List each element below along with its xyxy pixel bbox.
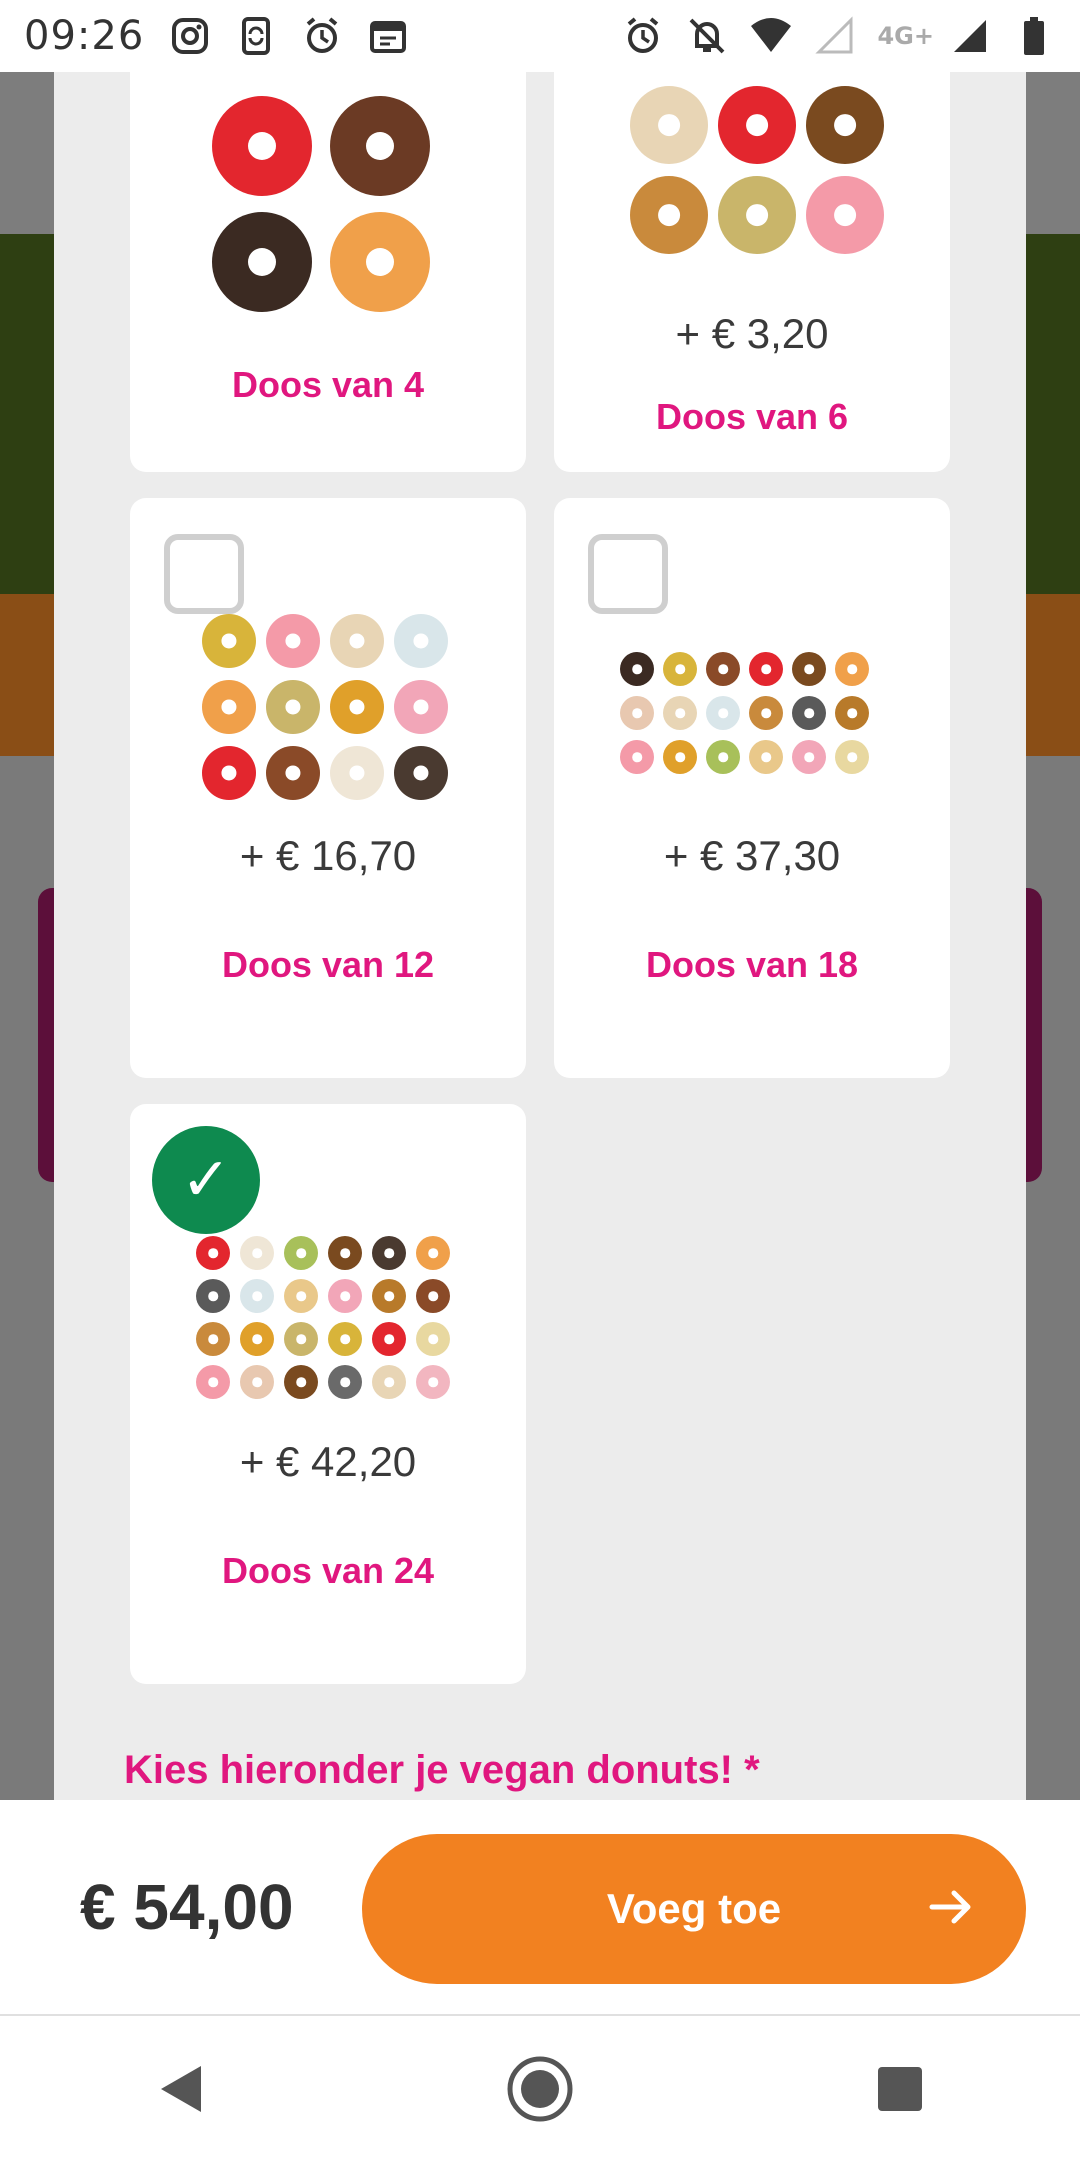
check-icon[interactable]: ✓: [152, 1126, 260, 1234]
battery-icon: [1012, 14, 1056, 58]
status-left-icons: [168, 14, 410, 58]
network-type: 4G+: [877, 22, 934, 50]
option-title: Doos van 6: [655, 396, 849, 437]
status-bar: 09:26 4G+: [0, 0, 1080, 72]
option-price: + € 16,70: [239, 832, 417, 879]
option-title: Doos van 4: [231, 364, 425, 405]
total-price: € 54,00: [80, 1871, 294, 1943]
calendar-icon: [366, 14, 410, 58]
box-6-image: [630, 86, 886, 254]
option-card-box-4[interactable]: Doos van 4: [130, 72, 526, 472]
vegan-section-heading: Kies hieronder je vegan donuts! *: [124, 1748, 760, 1792]
wifi-icon: [749, 14, 793, 58]
option-title: Doos van 12: [221, 944, 435, 985]
recents-icon[interactable]: [840, 2029, 960, 2149]
status-time: 09:26: [24, 13, 145, 59]
system-navigation-bar: [0, 2018, 1080, 2160]
box-size-modal[interactable]: Doos van 4 + € 3,20 Doos van 6 + € 16,70…: [54, 72, 1026, 1800]
signal-icon: [813, 14, 857, 58]
back-icon[interactable]: [120, 2029, 240, 2149]
option-price: + € 37,30: [663, 832, 841, 879]
box-4-image: [212, 96, 432, 312]
option-card-box-18[interactable]: + € 37,30 Doos van 18: [554, 498, 950, 1078]
add-button-label: Voeg toe: [606, 1885, 782, 1932]
notifications-off-icon: [685, 14, 729, 58]
home-icon[interactable]: [480, 2029, 600, 2149]
option-title: Doos van 24: [221, 1550, 435, 1591]
add-to-cart-button[interactable]: Voeg toe: [362, 1834, 1026, 1984]
option-checkbox[interactable]: [164, 534, 244, 614]
bottom-action-bar: € 54,00 Voeg toe: [0, 1800, 1080, 2016]
alarm-icon: [300, 14, 344, 58]
option-card-box-24[interactable]: ✓ + € 42,20 Doos van 24: [130, 1104, 526, 1684]
status-right-icons: 4G+: [621, 14, 1056, 58]
box-12-image: [202, 614, 452, 800]
option-price: + € 42,20: [239, 1438, 417, 1485]
option-checkbox[interactable]: [588, 534, 668, 614]
box-18-image: [620, 652, 878, 774]
signal-icon: [948, 14, 992, 58]
arrow-right-icon: [928, 1878, 976, 1940]
box-24-image: [196, 1236, 460, 1399]
option-price: + € 3,20: [675, 310, 829, 357]
option-card-box-6[interactable]: + € 3,20 Doos van 6: [554, 72, 950, 472]
alarm-icon: [621, 14, 665, 58]
option-card-box-12[interactable]: + € 16,70 Doos van 12: [130, 498, 526, 1078]
instagram-icon: [168, 14, 212, 58]
phone-sync-icon: [234, 14, 278, 58]
option-title: Doos van 18: [645, 944, 859, 985]
